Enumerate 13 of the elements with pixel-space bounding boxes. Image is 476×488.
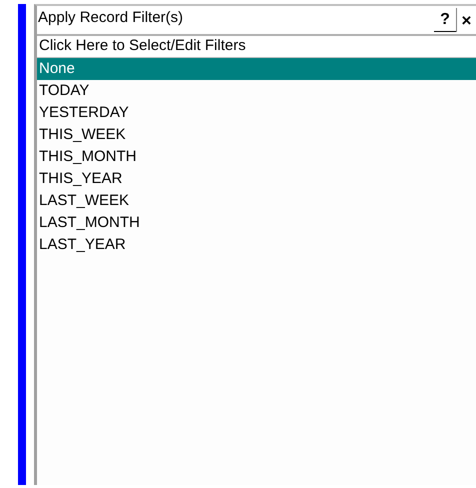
close-button[interactable]: ×	[456, 8, 476, 32]
filter-item[interactable]: YESTERDAY	[37, 102, 476, 124]
filter-header[interactable]: Click Here to Select/Edit Filters	[37, 36, 476, 58]
filter-item[interactable]: TODAY	[37, 80, 476, 102]
help-button[interactable]: ?	[434, 8, 456, 32]
filter-item[interactable]: THIS_MONTH	[37, 146, 476, 168]
filter-item[interactable]: THIS_WEEK	[37, 124, 476, 146]
window-title: Apply Record Filter(s)	[37, 10, 184, 28]
filter-item[interactable]: THIS_YEAR	[37, 168, 476, 190]
filter-item[interactable]: LAST_WEEK	[37, 190, 476, 212]
filter-item[interactable]: None	[37, 58, 476, 80]
filter-item[interactable]: LAST_YEAR	[37, 234, 476, 256]
filter-item[interactable]: LAST_MONTH	[37, 212, 476, 234]
